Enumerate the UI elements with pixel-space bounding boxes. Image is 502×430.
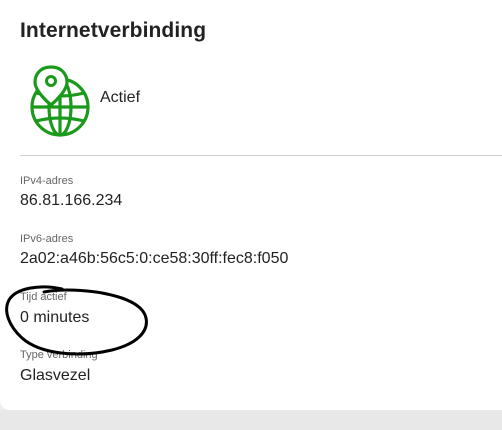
uptime-value: 0 minutes [20, 309, 90, 326]
divider [20, 155, 502, 156]
ipv6-label: IPv6-adres [20, 233, 74, 245]
internet-connection-card: Internetverbinding Actief IPv4-adres 86.… [0, 0, 502, 410]
uptime-label: Tijd actief [20, 291, 67, 303]
next-card-edge [0, 410, 502, 430]
connection-status: Actief [100, 89, 141, 106]
ipv6-value: 2a02:a46b:56c5:0:ce58:30ff:fec8:f050 [20, 250, 289, 267]
connection-type-value: Glasvezel [20, 367, 91, 384]
globe-location-pin-icon [30, 65, 90, 137]
ipv4-label: IPv4-adres [20, 175, 74, 187]
card-title: Internetverbinding [20, 19, 207, 42]
connection-type-label: Type verbinding [20, 349, 98, 361]
ipv4-value: 86.81.166.234 [20, 192, 123, 209]
